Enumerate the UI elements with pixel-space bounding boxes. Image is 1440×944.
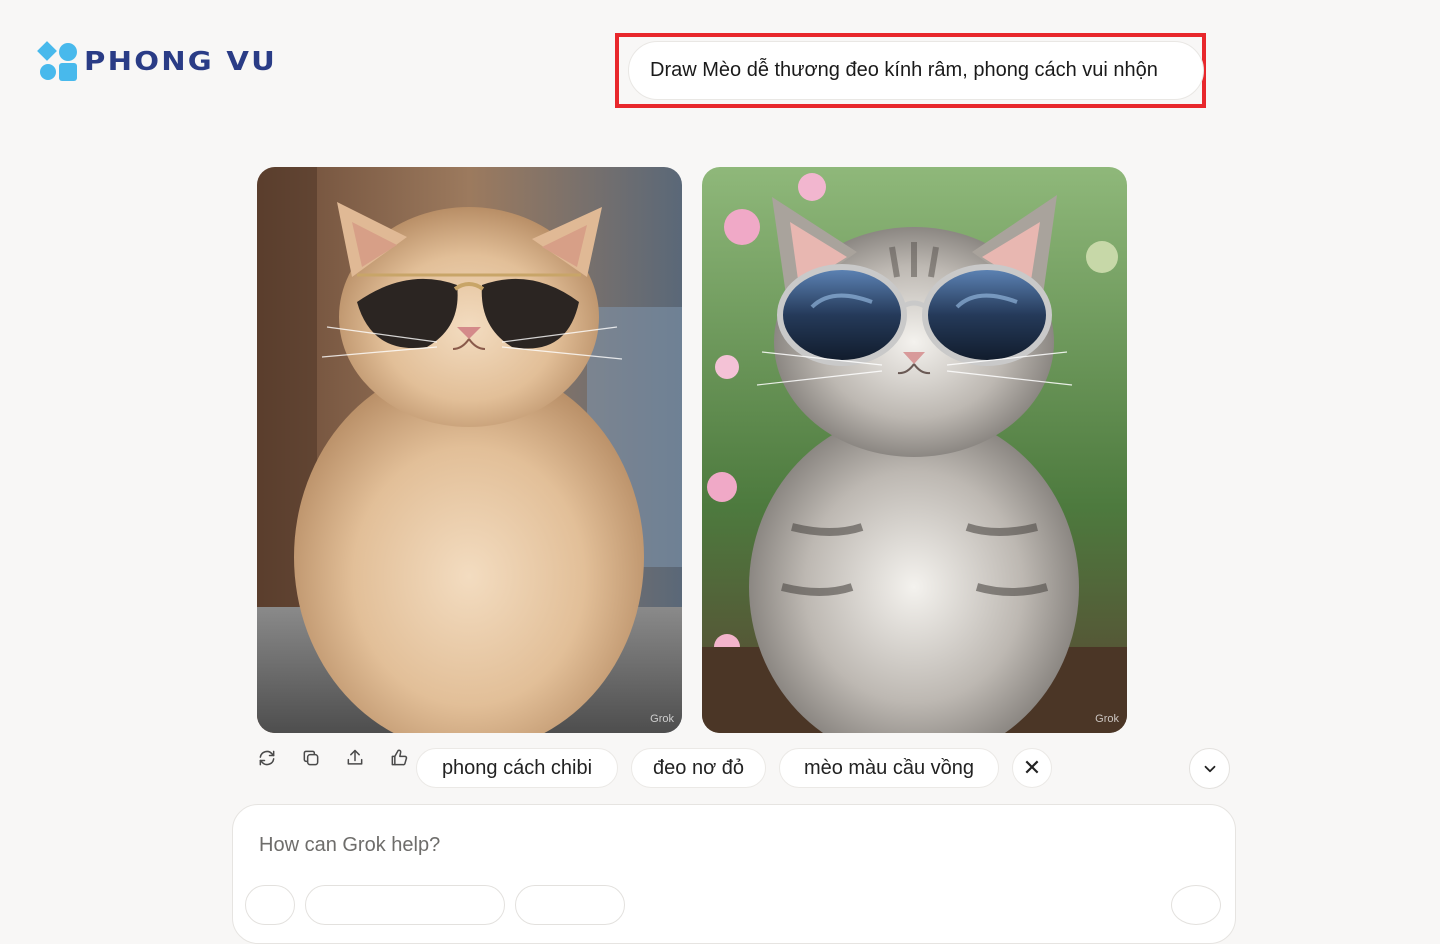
dismiss-suggestions-button[interactable]: ✕ <box>1012 748 1052 788</box>
composer-mode-button[interactable] <box>515 885 625 925</box>
send-button[interactable] <box>1171 885 1221 925</box>
share-icon[interactable] <box>343 746 367 770</box>
regenerate-icon[interactable] <box>255 746 279 770</box>
suggestion-chip[interactable]: mèo màu cầu vồng <box>779 748 999 788</box>
user-prompt-bubble: Draw Mèo dễ thương đeo kính râm, phong c… <box>628 41 1204 100</box>
generated-image-1[interactable]: Grok <box>257 167 682 733</box>
copy-icon[interactable] <box>299 746 323 770</box>
close-icon: ✕ <box>1022 755 1042 780</box>
composer-option-button[interactable] <box>305 885 505 925</box>
suggestion-chip[interactable]: đeo nơ đỏ <box>631 748 766 788</box>
watermark-text: Grok <box>650 713 674 725</box>
suggestion-chip[interactable]: phong cách chibi <box>416 748 618 788</box>
composer <box>232 804 1236 944</box>
thumbs-up-icon[interactable] <box>387 746 411 770</box>
generated-image-2[interactable]: Grok <box>702 167 1127 733</box>
prompt-input[interactable] <box>257 833 1161 858</box>
brand-logo[interactable]: PHONG VU <box>37 41 275 82</box>
attach-button[interactable] <box>245 885 295 925</box>
logo-text: PHONG VU <box>84 47 277 77</box>
user-prompt-text: Draw Mèo dễ thương đeo kính râm, phong c… <box>650 59 1158 81</box>
watermark-text: Grok <box>1095 713 1119 725</box>
scroll-down-button[interactable] <box>1189 748 1230 789</box>
chevron-down-icon <box>1204 765 1215 772</box>
logo-mark-icon <box>37 41 78 82</box>
